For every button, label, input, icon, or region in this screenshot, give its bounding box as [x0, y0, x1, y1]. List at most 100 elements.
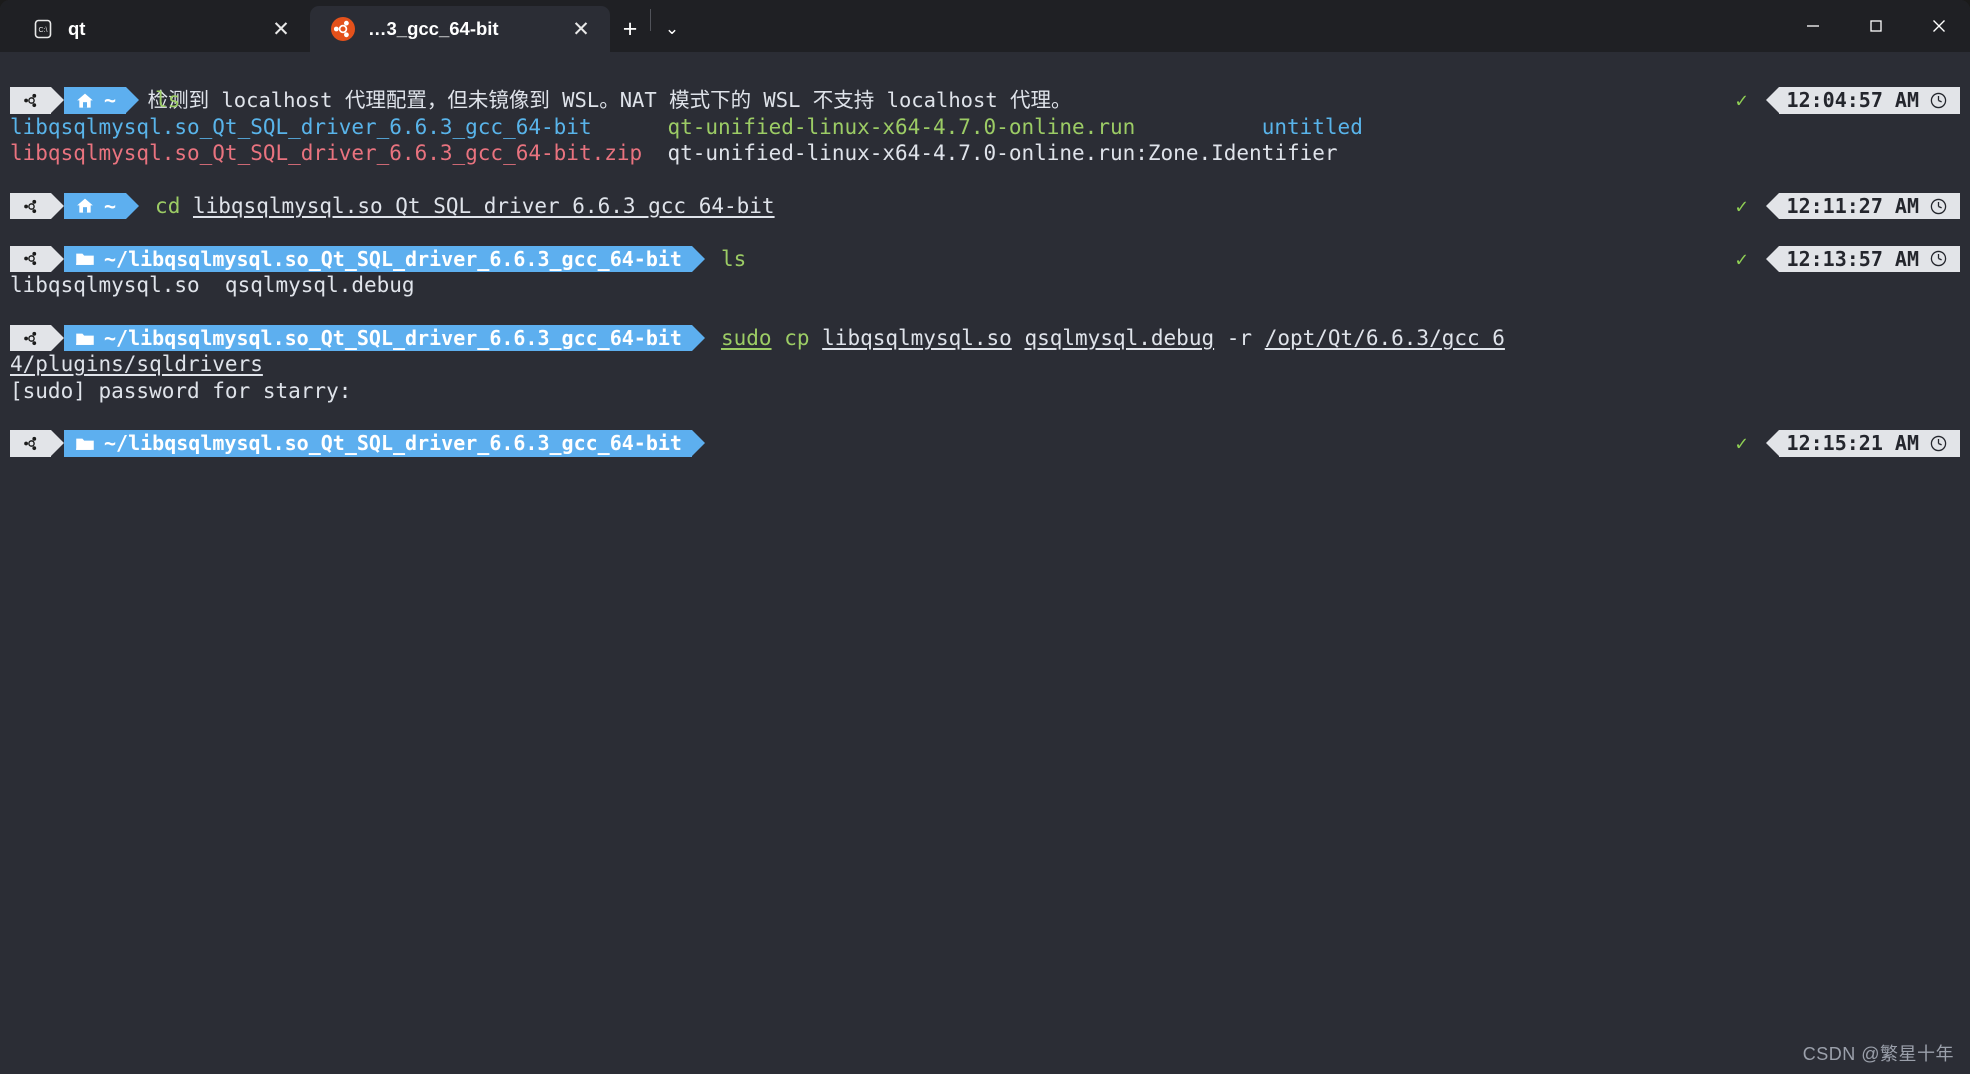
- command-text[interactable]: sudo cp libqsqlmysql.so qsqlmysql.debug …: [705, 325, 1505, 351]
- output-token: 4/plugins/sqldrivers: [10, 352, 263, 377]
- prompt-path-text: ~: [104, 88, 117, 113]
- prompt-row: ~/libqsqlmysql.so_Qt_SQL_driver_6.6.3_gc…: [0, 430, 1970, 457]
- prompt-path-text: ~/libqsqlmysql.so_Qt_SQL_driver_6.6.3_gc…: [104, 431, 682, 456]
- blank-row: [0, 219, 1970, 245]
- prompt-path-text: ~/libqsqlmysql.so_Qt_SQL_driver_6.6.3_gc…: [104, 246, 682, 271]
- prompt-separator: [126, 87, 140, 114]
- clock-icon: [1929, 197, 1948, 216]
- command-token: ls: [155, 88, 181, 113]
- close-icon[interactable]: [1907, 0, 1970, 52]
- prompt-separator: [51, 245, 64, 272]
- command-token: /opt/Qt/6.6.3/gcc_6: [1264, 325, 1505, 350]
- prompt-path-segment: ~/libqsqlmysql.so_Qt_SQL_driver_6.6.3_gc…: [64, 430, 692, 457]
- output-token: qt-unified-linux-x64-4.7.0-online.run: [667, 114, 1136, 139]
- output-token: qt-unified-linux-x64-4.7.0-online.run:Zo…: [667, 141, 1338, 166]
- output-text: 4/plugins/sqldrivers: [0, 352, 263, 376]
- timestamp-arrow: [1765, 87, 1779, 114]
- tab-title: …3_gcc_64-bit: [368, 18, 499, 39]
- timestamp-text: 12:04:57 AM: [1786, 88, 1919, 113]
- prompt-row: ~/libqsqlmysql.so_Qt_SQL_driver_6.6.3_gc…: [0, 245, 1970, 273]
- output-token: libqsqlmysql.so_Qt_SQL_driver_6.6.3_gcc_…: [10, 114, 592, 139]
- prompt-separator: [51, 87, 64, 114]
- powerline-prompt: ~ cd libqsqlmysql.so_Qt_SQL_driver_6.6.3_…: [10, 192, 775, 220]
- timestamp-badge: 12:11:27 AM: [1778, 192, 1960, 220]
- output-token: libqsqlmysql.so_Qt_SQL_driver_6.6.3_gcc_…: [10, 141, 643, 166]
- new-tab-button[interactable]: +: [610, 6, 650, 52]
- output-text: libqsqlmysql.so_Qt_SQL_driver_6.6.3_gcc_…: [0, 141, 1338, 165]
- tab-close-button[interactable]: ✕: [566, 14, 596, 44]
- output-token: [1135, 115, 1261, 139]
- timestamp-text: 12:15:21 AM: [1786, 431, 1919, 456]
- exit-ok-icon: ✓: [1735, 431, 1748, 456]
- wsl-notice-row: wsl: 检测到 localhost 代理配置，但未镜像到 WSL。NAT 模式…: [0, 61, 1970, 112]
- maximize-icon[interactable]: [1844, 0, 1907, 52]
- prompt-path-text: ~: [104, 193, 117, 218]
- command-token: [772, 325, 785, 351]
- blank-row: [0, 404, 1970, 430]
- output-row: 4/plugins/sqldrivers: [0, 351, 1970, 377]
- powerline-prompt: ~ ls: [10, 87, 180, 114]
- command-token: [1012, 325, 1025, 351]
- tab-qt[interactable]: C:\ qt ✕: [10, 6, 310, 52]
- prompt-separator: [691, 430, 705, 457]
- timestamp-badge: 12:13:57 AM: [1778, 245, 1960, 273]
- output-row: [sudo] password for starry:: [0, 378, 1970, 404]
- output-text: libqsqlmysql.so qsqlmysql.debug: [0, 273, 415, 297]
- command-token: libqsqlmysql.so_Qt_SQL_driver_6.6.3_gcc_…: [192, 193, 775, 218]
- tab-title: qt: [68, 18, 86, 39]
- output-text: libqsqlmysql.so_Qt_SQL_driver_6.6.3_gcc_…: [0, 115, 1363, 139]
- folder-icon: [75, 250, 95, 267]
- timestamp-arrow: [1765, 245, 1779, 272]
- clock-icon: [1929, 91, 1948, 110]
- output-token: [592, 115, 668, 139]
- prompt-path-text: ~/libqsqlmysql.so_Qt_SQL_driver_6.6.3_gc…: [104, 325, 682, 350]
- prompt-row: ~ cd libqsqlmysql.so_Qt_SQL_driver_6.6.3_…: [0, 192, 1970, 220]
- command-token: cd: [155, 193, 193, 218]
- command-token: sudo: [720, 325, 772, 350]
- clock-icon: [1929, 434, 1948, 453]
- output-token: libqsqlmysql.so qsqlmysql.debug: [10, 273, 415, 298]
- prompt-row: ~ ls ✓ 12:04:57 AM: [0, 87, 1970, 114]
- cmd-console-icon: C:\: [30, 16, 56, 42]
- ubuntu-icon: [10, 87, 51, 114]
- blank-row: [0, 167, 1970, 193]
- timestamp-arrow: [1765, 430, 1779, 457]
- output-token: [642, 141, 667, 165]
- command-token: ls: [720, 246, 747, 271]
- terminal-window: C:\ qt ✕ …3_gcc_64-bit ✕ + ⌄ wsl: 检测到 lo…: [0, 0, 1970, 1074]
- command-text[interactable]: cd libqsqlmysql.so_Qt_SQL_driver_6.6.3_g…: [139, 193, 775, 219]
- output-token: [sudo] password for starry:: [10, 378, 352, 403]
- blank-row: [0, 299, 1970, 325]
- clock-icon: [1929, 249, 1948, 268]
- ubuntu-icon: [10, 430, 51, 457]
- prompt-separator: [51, 324, 64, 351]
- minimize-icon[interactable]: [1781, 0, 1844, 52]
- prompt-separator: [51, 192, 64, 219]
- prompt-separator: [51, 430, 64, 457]
- home-icon: [75, 91, 95, 111]
- command-text[interactable]: ls: [705, 246, 746, 272]
- folder-icon: [75, 435, 95, 452]
- prompt-path-segment: ~/libqsqlmysql.so_Qt_SQL_driver_6.6.3_gc…: [64, 245, 692, 273]
- command-token: -r: [1214, 325, 1265, 350]
- command-status: ✓ 12:13:57 AM: [1735, 245, 1960, 273]
- terminal-content[interactable]: wsl: 检测到 localhost 代理配置，但未镜像到 WSL。NAT 模式…: [0, 52, 1970, 1074]
- exit-ok-icon: ✓: [1735, 88, 1748, 113]
- terminal-rows: ~ ls ✓ 12:04:57 AM libqsqlmysql.so_Qt_SQL_dr…: [0, 87, 1970, 457]
- command-text[interactable]: ls: [139, 87, 180, 113]
- ubuntu-icon: [10, 245, 51, 273]
- timestamp-text: 12:13:57 AM: [1786, 246, 1919, 271]
- exit-ok-icon: ✓: [1735, 193, 1748, 218]
- prompt-path-segment: ~: [64, 192, 127, 220]
- timestamp-badge: 12:15:21 AM: [1778, 430, 1960, 457]
- tab-close-button[interactable]: ✕: [266, 14, 296, 44]
- prompt-separator: [691, 245, 705, 272]
- tab-ubuntu-gcc-64-bit[interactable]: …3_gcc_64-bit ✕: [310, 6, 610, 52]
- command-status: ✓ 12:11:27 AM: [1735, 192, 1960, 220]
- output-row: libqsqlmysql.so_Qt_SQL_driver_6.6.3_gcc_…: [0, 140, 1970, 166]
- powerline-prompt: ~/libqsqlmysql.so_Qt_SQL_driver_6.6.3_gc…: [10, 430, 705, 457]
- ubuntu-icon: [330, 16, 356, 42]
- output-token: untitled: [1261, 114, 1363, 139]
- exit-ok-icon: ✓: [1735, 246, 1748, 271]
- chevron-down-icon[interactable]: ⌄: [653, 6, 691, 52]
